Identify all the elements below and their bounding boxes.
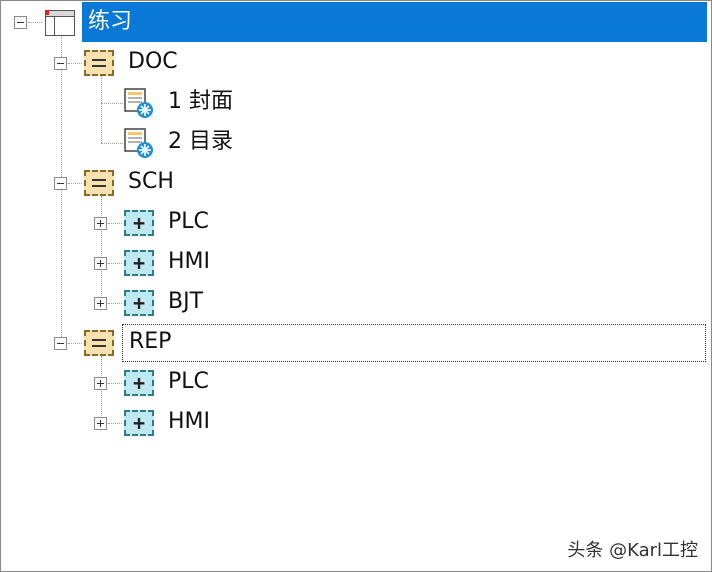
node-label: 练习 [88, 9, 133, 34]
plus-box-icon: + [124, 250, 154, 276]
tree-line [108, 223, 122, 224]
node-label: REP [129, 329, 172, 354]
tree-line [101, 143, 123, 144]
node-label: PLC [168, 209, 209, 234]
window-icon [45, 10, 75, 36]
document-icon [124, 128, 153, 158]
expand-toggle-sch-bjt[interactable] [94, 297, 107, 310]
plus-box-icon: + [124, 410, 154, 436]
tree-line [108, 303, 122, 304]
collapse-toggle-sch[interactable] [54, 177, 67, 190]
tree-node-doc-2[interactable]: 2 目录 [162, 124, 362, 162]
node-label: BJT [168, 289, 204, 314]
expand-toggle-rep-plc[interactable] [94, 377, 107, 390]
node-label: HMI [168, 249, 211, 274]
expand-toggle-sch-plc[interactable] [94, 217, 107, 230]
folder-icon [84, 170, 114, 196]
tree-node-sch-plc[interactable]: PLC [162, 204, 362, 242]
tree-node-rep-plc[interactable]: PLC [162, 364, 362, 402]
node-label: PLC [168, 369, 209, 394]
collapse-toggle-root[interactable] [14, 16, 27, 29]
plus-box-icon: + [124, 370, 154, 396]
tree-line [101, 356, 102, 424]
tree-node-sch[interactable]: SCH [122, 164, 322, 202]
tree-node-sch-hmi[interactable]: HMI [162, 244, 362, 282]
tree-line [68, 183, 82, 184]
tree-line [68, 63, 82, 64]
plus-box-icon: + [124, 290, 154, 316]
tree-line [108, 383, 122, 384]
tree-node-rep[interactable]: REP [122, 324, 706, 362]
node-label: SCH [128, 169, 174, 194]
collapse-toggle-doc[interactable] [54, 57, 67, 70]
tree-line [101, 196, 102, 304]
tree-line [28, 22, 42, 23]
tree-line [68, 343, 82, 344]
tree-node-doc-1[interactable]: 1 封面 [162, 84, 362, 122]
expand-toggle-sch-hmi[interactable] [94, 257, 107, 270]
node-label: 1 封面 [168, 89, 233, 114]
node-label: 2 目录 [168, 129, 233, 154]
project-tree: 练习 DOC 1 封面 2 目录 SCH + PLC + HMI + BJT R… [0, 0, 712, 572]
tree-node-sch-bjt[interactable]: BJT [162, 284, 362, 322]
document-icon [124, 88, 153, 118]
node-label: HMI [168, 409, 211, 434]
folder-icon [84, 50, 114, 76]
tree-line [108, 423, 122, 424]
tree-node-doc[interactable]: DOC [122, 44, 322, 82]
folder-icon [84, 330, 114, 356]
node-label: DOC [128, 49, 178, 74]
watermark: 头条 @Karl工控 [567, 540, 698, 561]
plus-box-icon: + [124, 210, 154, 236]
tree-node-rep-hmi[interactable]: HMI [162, 404, 362, 442]
collapse-toggle-rep[interactable] [54, 337, 67, 350]
expand-toggle-rep-hmi[interactable] [94, 417, 107, 430]
tree-line [108, 263, 122, 264]
tree-line [101, 103, 123, 104]
tree-node-root[interactable]: 练习 [82, 2, 707, 42]
tree-line [101, 76, 102, 143]
